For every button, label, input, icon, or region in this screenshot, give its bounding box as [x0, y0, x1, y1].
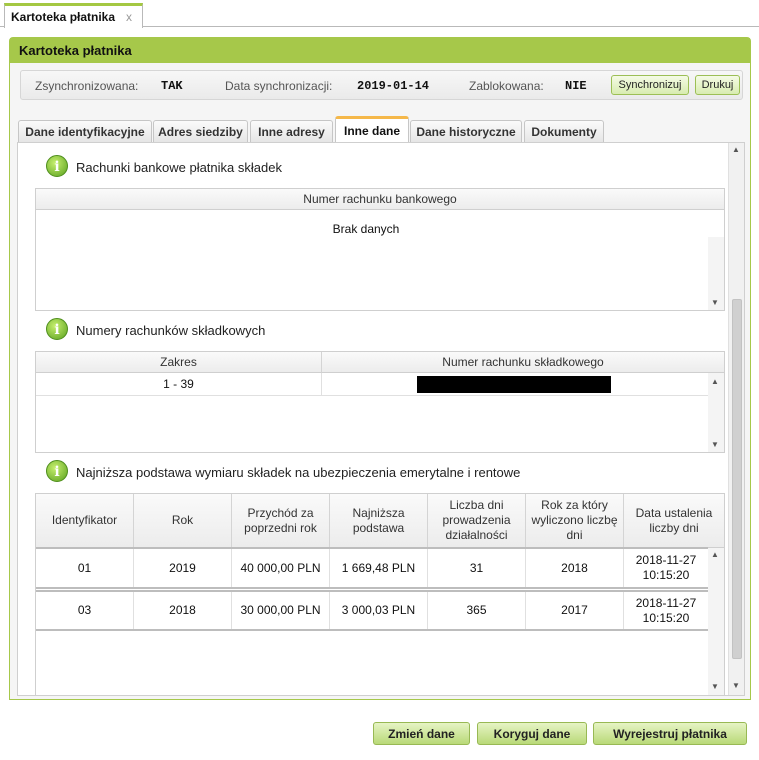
print-button[interactable]: Drukuj	[695, 75, 740, 95]
base-cell: 3 000,03 PLN	[330, 592, 428, 629]
time-value: 10:15:20	[642, 610, 690, 625]
tab-dokumenty[interactable]: Dokumenty	[524, 120, 604, 142]
date-value: 2018-11-27	[635, 553, 697, 567]
bank-accounts-table: Numer rachunku bankowego Brak danych ▼	[35, 188, 725, 311]
tab-dane-historyczne[interactable]: Dane historyczne	[410, 120, 522, 142]
days-year-cell: 2018	[526, 549, 624, 587]
base-cell: 1 669,48 PLN	[330, 549, 428, 587]
contribution-accounts-title: Numery rachunków składkowych	[76, 323, 266, 338]
tab-kartoteka[interactable]: Kartoteka płatnika x	[4, 3, 143, 28]
column-header-days-year[interactable]: Rok za który wyliczono liczbę dni	[526, 494, 624, 548]
days-cell: 31	[428, 549, 526, 587]
id-cell: 01	[36, 549, 134, 587]
days-cell: 365	[428, 592, 526, 629]
id-cell: 03	[36, 592, 134, 629]
column-header-id[interactable]: Identyfikator	[36, 494, 134, 548]
column-header-date[interactable]: Data ustalenia liczby dni	[624, 494, 724, 548]
close-icon[interactable]: x	[126, 10, 132, 24]
scroll-up-icon[interactable]: ▲	[711, 550, 719, 559]
income-cell: 30 000,00 PLN	[232, 592, 330, 629]
time-value: 10:15:20	[642, 568, 690, 582]
info-icon: i	[46, 155, 68, 177]
date-value: 2018-11-27	[635, 595, 697, 610]
date-cell: 2018-11-27 10:15:20	[624, 592, 708, 629]
synced-value: TAK	[161, 79, 183, 93]
redacted-account-number	[417, 375, 611, 393]
column-header[interactable]: Numer rachunku bankowego	[36, 189, 724, 210]
deregister-payer-button[interactable]: Wyrejestruj płatnika	[593, 722, 747, 745]
income-cell: 40 000,00 PLN	[232, 549, 330, 587]
year-cell: 2018	[134, 592, 232, 629]
min-base-table: Identyfikator Rok Przychód za poprzedni …	[35, 493, 725, 695]
synced-label: Zsynchronizowana:	[35, 79, 139, 93]
table-scrollbar[interactable]: ▼	[708, 237, 724, 310]
range-cell: 1 - 39	[36, 373, 322, 395]
info-icon: i	[46, 460, 68, 482]
scroll-thumb[interactable]	[732, 299, 742, 659]
payer-card-panel: Kartoteka płatnika Zsynchronizowana: TAK…	[9, 37, 751, 700]
column-header-days[interactable]: Liczba dni prowadzenia działalności	[428, 494, 526, 548]
column-header-year[interactable]: Rok	[134, 494, 232, 548]
locked-value: NIE	[565, 79, 587, 93]
table-scrollbar[interactable]: ▲ ▼	[708, 373, 724, 452]
correct-data-button[interactable]: Koryguj dane	[477, 722, 587, 745]
tab-dane-identyfikacyjne[interactable]: Dane identyfikacyjne	[18, 120, 152, 142]
column-header-range[interactable]: Zakres	[36, 352, 322, 373]
column-header-base[interactable]: Najniższa podstawa	[330, 494, 428, 548]
year-cell: 2019	[134, 549, 232, 587]
date-cell: 2018-11-27 10:15:20	[624, 549, 708, 587]
tab-label: Kartoteka płatnika	[11, 10, 116, 24]
locked-label: Zablokowana:	[469, 79, 544, 93]
account-number-cell	[322, 373, 706, 395]
sync-bar: Zsynchronizowana: TAK Data synchronizacj…	[20, 70, 743, 100]
scroll-down-icon[interactable]: ▼	[732, 681, 740, 690]
column-header-income[interactable]: Przychód za poprzedni rok	[232, 494, 330, 548]
tab-adres-siedziby[interactable]: Adres siedziby	[153, 120, 248, 142]
row-divider	[36, 395, 708, 396]
content-scrollbar[interactable]: ▲ ▼	[728, 143, 744, 695]
contribution-accounts-table: Zakres Numer rachunku składkowego 1 - 39…	[35, 351, 725, 453]
window-tab-bar: Kartoteka płatnika x	[0, 0, 759, 28]
tab-inne-dane[interactable]: Inne dane	[335, 116, 409, 143]
table-scrollbar[interactable]: ▲ ▼	[708, 548, 724, 695]
scroll-up-icon[interactable]: ▲	[732, 145, 740, 154]
info-icon: i	[46, 318, 68, 340]
table-row[interactable]: 03 2018 30 000,00 PLN 3 000,03 PLN 365 2…	[36, 590, 708, 631]
scroll-down-icon[interactable]: ▼	[711, 682, 719, 691]
days-year-cell: 2017	[526, 592, 624, 629]
scroll-down-icon[interactable]: ▼	[711, 440, 719, 449]
scroll-down-icon[interactable]: ▼	[711, 298, 719, 307]
bank-accounts-title: Rachunki bankowe płatnika składek	[76, 160, 282, 175]
min-base-title: Najniższa podstawa wymiaru składek na ub…	[76, 465, 521, 480]
tab-content: ▲ ▼ i Rachunki bankowe płatnika składek …	[17, 142, 745, 696]
panel-title: Kartoteka płatnika	[10, 38, 750, 63]
synchronize-button[interactable]: Synchronizuj	[611, 75, 689, 95]
sync-date-value: 2019-01-14	[357, 79, 430, 93]
change-data-button[interactable]: Zmień dane	[373, 722, 470, 745]
tab-inne-adresy[interactable]: Inne adresy	[250, 120, 333, 142]
scroll-up-icon[interactable]: ▲	[711, 377, 719, 386]
sync-date-label: Data synchronizacji:	[225, 79, 333, 93]
empty-message: Brak danych	[332, 221, 400, 236]
table-row[interactable]: 01 2019 40 000,00 PLN 1 669,48 PLN 31 20…	[36, 547, 708, 589]
column-header-account-number[interactable]: Numer rachunku składkowego	[322, 352, 724, 373]
